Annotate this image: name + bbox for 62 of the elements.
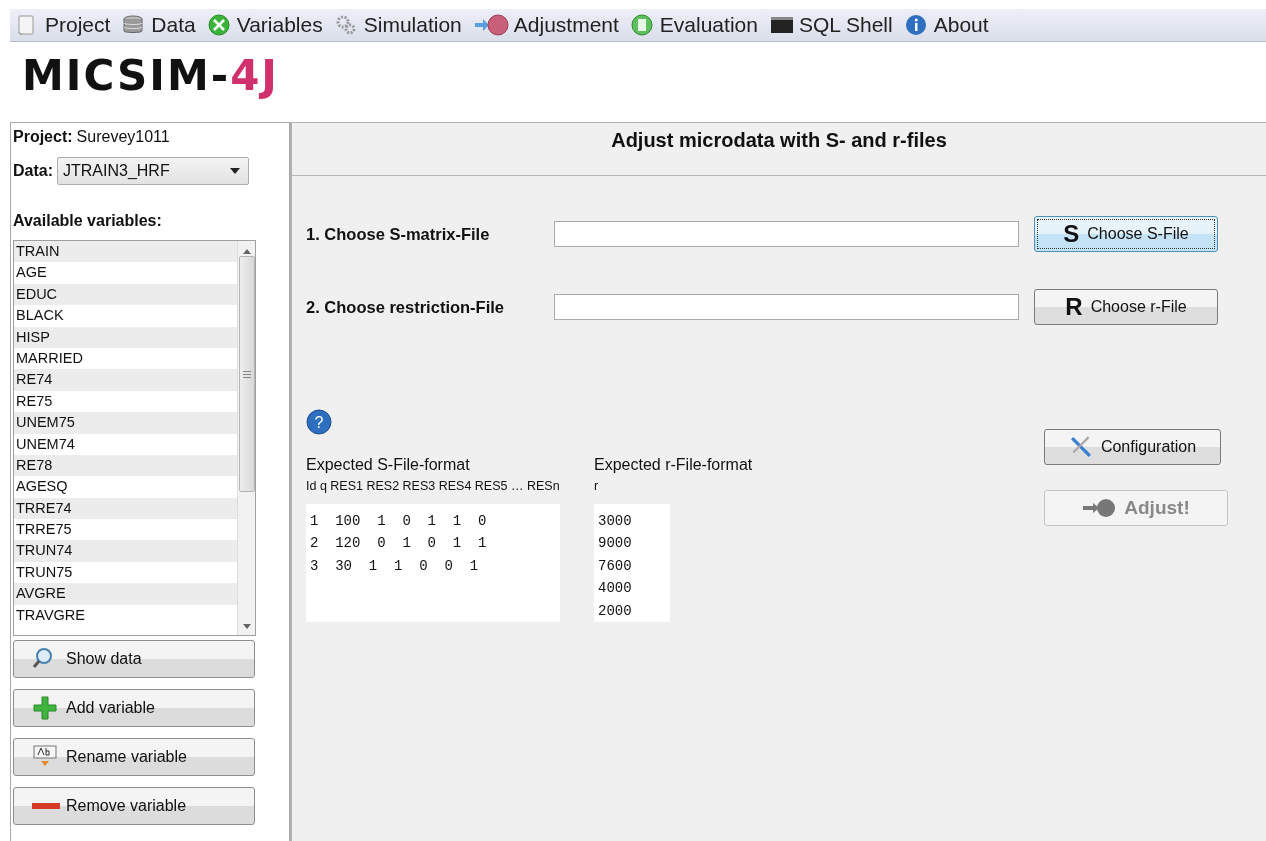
choose-file-button[interactable]: R Choose r-File	[1034, 289, 1218, 325]
menu-item[interactable]: Project	[16, 9, 111, 41]
sidebar-button[interactable]: Remove variable	[13, 787, 255, 825]
sidebar-button[interactable]: Show data	[13, 640, 255, 678]
s-format-columns: Id q RES1 RES2 RES3 RES4 RES5 … RESn	[306, 477, 560, 496]
data-dropdown[interactable]: JTRAIN3_HRF	[57, 157, 249, 185]
menu-item[interactable]: Evaluation	[630, 9, 758, 41]
s-format-example: 1 100 1 0 1 1 0 2 120 0 1 0 1 1 3 30 1 1 0 0 1	[306, 503, 560, 622]
variable-list-item[interactable]: AVGRE	[14, 583, 237, 605]
arrow-ball-icon	[1082, 497, 1117, 519]
variable-list-item[interactable]: TRRE74	[14, 497, 237, 520]
arrow-ball-icon	[473, 14, 509, 36]
variable-list-item[interactable]: AGESQ	[14, 476, 237, 498]
variable-list-item[interactable]: EDUC	[14, 283, 237, 306]
field-label: 2. Choose restriction-File	[305, 296, 506, 318]
variables-heading: Available variables:	[13, 211, 163, 231]
scroll-down-arrow-icon[interactable]	[242, 624, 251, 629]
variable-list-item[interactable]: AGE	[14, 262, 237, 284]
variable-list-item[interactable]: RE78	[14, 454, 237, 477]
variable-list-item[interactable]: MARRIED	[14, 347, 237, 370]
menu-item[interactable]: Variables	[207, 9, 323, 41]
choose-file-button[interactable]: S Choose S-File	[1034, 216, 1218, 252]
menu-item[interactable]: SQL Shell	[769, 9, 893, 41]
variable-list-item[interactable]: TRUN75	[14, 561, 237, 584]
s-format-heading: Expected S-File-format	[306, 455, 471, 475]
variable-list-item[interactable]: RE75	[14, 390, 237, 413]
plus-icon	[32, 695, 60, 721]
scroll-up-arrow-icon[interactable]	[242, 249, 251, 254]
panel-title: Adjust microdata with S- and r-files	[292, 123, 1266, 176]
variable-list-item[interactable]: BLACK	[14, 305, 237, 327]
variable-list-item[interactable]: TRUN74	[14, 540, 237, 562]
menu-item[interactable]: Adjustment	[473, 9, 619, 41]
r-format-columns: r	[594, 477, 753, 496]
file-path-field[interactable]	[554, 221, 1019, 247]
variable-list-item[interactable]: UNEM75	[14, 412, 237, 434]
variable-list-item[interactable]: TRRE75	[14, 519, 237, 541]
variable-list-item[interactable]: TRAVGRE	[14, 604, 237, 627]
menu-item[interactable]: Data	[122, 9, 196, 41]
sidebar-button[interactable]: Rename variable	[13, 738, 255, 776]
data-label: Data:	[13, 161, 53, 181]
help-icon[interactable]: ?	[306, 409, 332, 435]
variable-list-item[interactable]: HISP	[14, 326, 237, 348]
r-format-heading: Expected r-File-format	[594, 455, 753, 475]
dropdown-caret-icon	[230, 168, 240, 174]
project-label: Project:	[13, 127, 73, 147]
scrollbar[interactable]	[237, 241, 255, 635]
terminal-icon	[769, 14, 794, 36]
variable-list-item[interactable]: RE74	[14, 369, 237, 391]
menu-item[interactable]: Simulation	[334, 9, 462, 41]
app-logo: MICSIM-4J	[22, 52, 279, 100]
variable-list-item[interactable]: TRAIN	[14, 241, 237, 263]
minus-icon	[32, 803, 60, 809]
field-label: 1. Choose S-matrix-File	[305, 223, 491, 245]
file-path-field[interactable]	[554, 294, 1019, 320]
grip-icon	[242, 370, 251, 378]
sidebar-button[interactable]: Add variable	[13, 689, 255, 727]
info-icon	[904, 14, 929, 36]
r-format-example: 3000 9000 7600 4000 2000	[594, 503, 670, 622]
variable-list-item[interactable]: UNEM74	[14, 433, 237, 455]
project-name: Surevey1011	[76, 127, 170, 147]
configuration-button[interactable]: Configuration	[1044, 429, 1221, 465]
menu-item[interactable]: About	[904, 9, 989, 41]
